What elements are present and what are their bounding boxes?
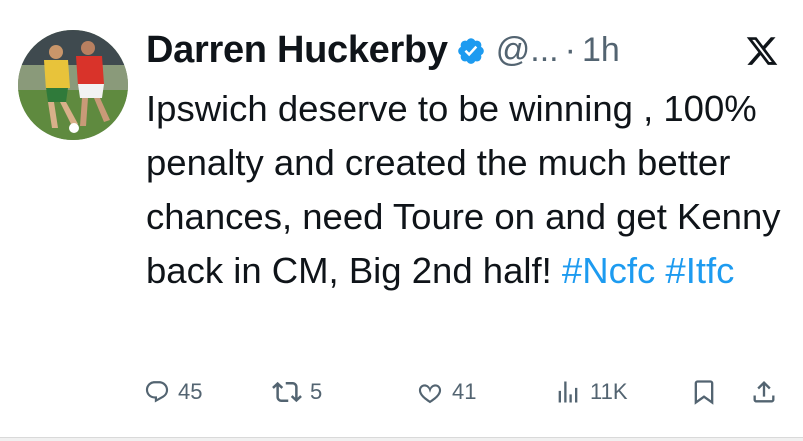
repost-icon bbox=[272, 381, 302, 403]
author-handle[interactable]: @... bbox=[496, 31, 559, 70]
bookmark-icon bbox=[694, 380, 714, 405]
views-count: 11K bbox=[590, 379, 628, 404]
hashtag-itfc[interactable]: #Itfc bbox=[665, 250, 734, 291]
header-separator: · bbox=[564, 30, 576, 69]
reply-count: 45 bbox=[178, 379, 203, 404]
views-button[interactable]: 11K bbox=[554, 370, 628, 414]
like-icon bbox=[418, 384, 442, 404]
tweet-time[interactable]: 1h bbox=[582, 31, 620, 70]
hashtag-ncfc[interactable]: #Ncfc bbox=[562, 250, 655, 291]
repost-count: 5 bbox=[310, 379, 323, 404]
author-name[interactable]: Darren Huckerby bbox=[146, 29, 448, 72]
avatar[interactable] bbox=[18, 30, 128, 140]
tweet-card: Darren Huckerby @... · 1h Ipswich deserv… bbox=[0, 0, 803, 441]
action-bar: 45 5 41 11K bbox=[0, 370, 803, 414]
reply-button[interactable]: 45 bbox=[144, 370, 202, 414]
views-icon bbox=[558, 381, 578, 403]
like-count: 41 bbox=[452, 379, 477, 404]
share-button[interactable] bbox=[750, 370, 778, 414]
repost-button[interactable]: 5 bbox=[272, 370, 322, 414]
verified-badge-icon bbox=[457, 38, 484, 64]
share-icon bbox=[753, 381, 775, 403]
reply-icon bbox=[145, 381, 169, 403]
bookmark-button[interactable] bbox=[690, 370, 718, 414]
like-button[interactable]: 41 bbox=[416, 370, 476, 414]
tweet-text: Ipswich deserve to be winning , 100% pen… bbox=[146, 82, 786, 298]
tweet-header: Darren Huckerby @... · 1h bbox=[146, 22, 620, 78]
x-logo-icon[interactable] bbox=[744, 34, 780, 68]
